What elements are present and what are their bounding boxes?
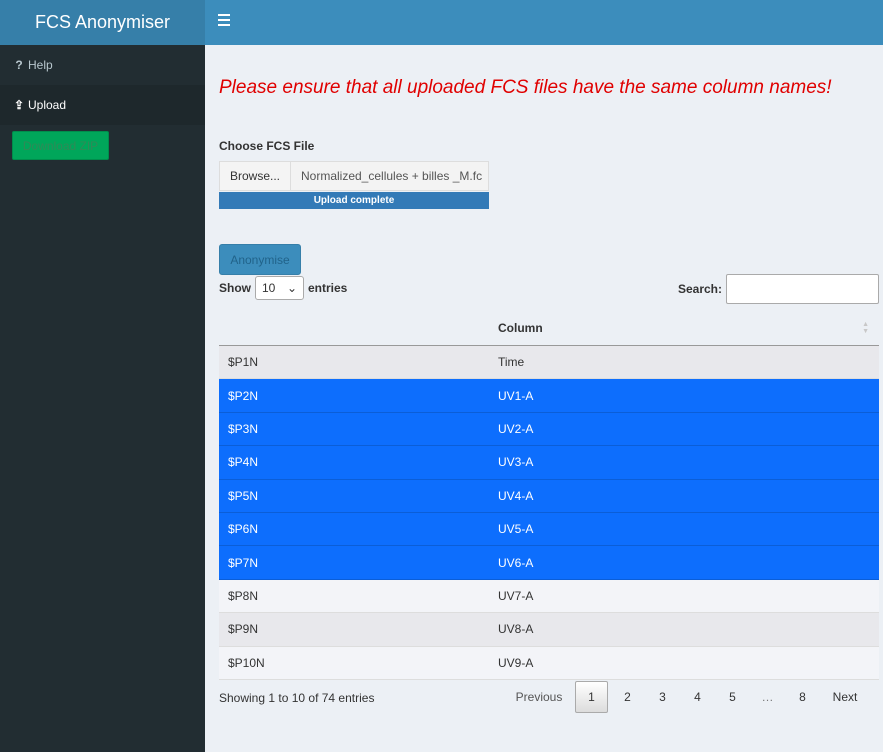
row-value-cell: UV3-A [498,455,534,470]
entries-label: entries [308,281,348,295]
table-row[interactable]: $P5N UV4-A [219,479,879,513]
upload-progress-fill: Upload complete [219,192,489,209]
show-label: Show [219,281,251,295]
help-icon: ? [15,58,23,72]
sidebar-item-label: Upload [28,98,67,112]
anonymise-button[interactable]: Anonymise [219,244,301,275]
pagination-page-4[interactable]: 4 [680,681,715,713]
search-input[interactable] [726,274,879,304]
search-label: Search: [677,282,722,296]
table-row[interactable]: $P1N Time [219,346,879,380]
row-key-cell: $P5N [228,488,259,503]
main-content: Please ensure that all uploaded FCS file… [205,45,883,752]
table-row[interactable]: $P10N UV9-A [219,646,879,680]
sidebar-toggle-icon[interactable] [218,14,230,26]
app-title: FCS Anonymiser [0,0,205,45]
pagination-next-button[interactable]: Next [820,681,870,713]
table-search: Search: [678,274,879,304]
pagination-page-3[interactable]: 3 [645,681,680,713]
pagination-previous-button[interactable]: Previous [505,681,573,713]
sidebar-item-upload[interactable]: ⇪ Upload [0,85,205,125]
row-value-cell: UV5-A [498,522,534,537]
table-row[interactable]: $P6N UV5-A [219,512,879,547]
upload-progress-bar: Upload complete [219,192,489,209]
pagination-page-2[interactable]: 2 [610,681,645,713]
table-info: Showing 1 to 10 of 74 entries [219,691,375,705]
row-value-cell: UV8-A [498,622,534,637]
row-key-cell: $P4N [228,455,259,470]
pagination-page-5[interactable]: 5 [715,681,750,713]
row-key-cell: $P1N [228,355,259,370]
sidebar-item-help[interactable]: ? Help [0,45,205,85]
row-key-cell: $P7N [228,555,259,570]
table-body: $P1N Time $P2N UV1-A $P3N UV2-A $P4N UV3-A $P5N U… [219,346,879,680]
sidebar-item-label: Help [28,58,53,72]
table-row[interactable]: $P2N UV1-A [219,379,879,413]
table-row[interactable]: $P4N UV3-A [219,446,879,480]
top-navbar [205,0,883,45]
pagination-page-8[interactable]: 8 [785,681,820,713]
row-value-cell: UV4-A [498,488,534,503]
row-value-cell: UV6-A [498,555,534,570]
table-row[interactable]: $P8N UV7-A [219,579,879,614]
pagination: Previous 1 2 3 4 5 … 8 Next [505,681,870,713]
file-input-label: Choose FCS File [219,139,315,153]
row-value-cell: UV2-A [498,421,534,436]
row-value-cell: UV9-A [498,655,534,670]
download-zip-button[interactable]: Download ZIP [12,131,109,160]
sort-icon[interactable]: ▲ ▼ [862,321,869,335]
row-key-cell: $P2N [228,388,259,403]
file-input: Browse... Normalized_cellules + billes _… [219,161,489,191]
pagination-page-1[interactable]: 1 [575,681,608,713]
table-row[interactable]: $P3N UV2-A [219,412,879,447]
page-length-control: Show 10 ⌄ entries [219,276,347,300]
pagination-ellipsis: … [761,690,774,704]
table-row[interactable]: $P7N UV6-A [219,546,879,580]
row-key-cell: $P3N [228,421,259,436]
data-table: Column ▲ ▼ $P1N Time $P2N UV1-A $P3N UV2-A $P4N… [219,311,879,680]
row-value-cell: UV1-A [498,388,534,403]
page-length-value: 10 [262,281,276,295]
warning-message: Please ensure that all uploaded FCS file… [219,77,832,98]
row-key-cell: $P6N [228,522,259,537]
row-key-cell: $P10N [228,655,265,670]
row-key-cell: $P8N [228,588,259,603]
table-header: Column ▲ ▼ [219,311,879,346]
page-length-select[interactable]: 10 ⌄ [255,276,304,300]
upload-icon: ⇪ [13,98,25,112]
browse-button[interactable]: Browse... [219,161,291,191]
row-key-cell: $P9N [228,622,259,637]
column-header-column[interactable]: Column [498,321,543,335]
table-row[interactable]: $P9N UV8-A [219,613,879,647]
file-name-field[interactable]: Normalized_cellules + billes _M.fc [291,161,489,191]
row-value-cell: Time [498,355,525,370]
row-value-cell: UV7-A [498,588,534,603]
chevron-down-icon: ⌄ [286,281,297,295]
sidebar: ? Help ⇪ Upload Download ZIP [0,45,205,752]
